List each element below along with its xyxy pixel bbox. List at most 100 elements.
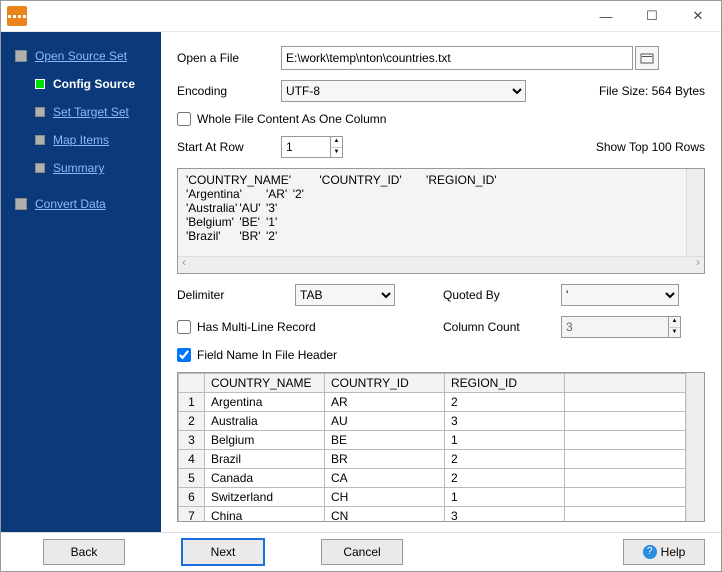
delimiter-select[interactable]: TAB — [295, 284, 395, 306]
row-number: 2 — [179, 412, 205, 431]
grid-cell[interactable]: AU — [325, 412, 445, 431]
grid-cell[interactable]: 2 — [445, 450, 565, 469]
cancel-button[interactable]: Cancel — [321, 539, 403, 565]
quoted-by-select[interactable]: ' — [561, 284, 679, 306]
encoding-select[interactable]: UTF-8 — [281, 80, 526, 102]
table-row[interactable]: 6SwitzerlandCH1 — [179, 488, 686, 507]
grid-cell[interactable]: CA — [325, 469, 445, 488]
grid-cell[interactable]: 1 — [445, 488, 565, 507]
step-dot-icon — [35, 79, 45, 89]
grid-cell[interactable]: CN — [325, 507, 445, 522]
grid-cell[interactable]: 2 — [445, 469, 565, 488]
multiline-checkbox-input[interactable] — [177, 320, 191, 334]
start-row-input[interactable] — [282, 137, 330, 157]
row-number: 1 — [179, 393, 205, 412]
sidebar-item-open-source-set[interactable]: Open Source Set — [1, 42, 161, 70]
back-button[interactable]: Back — [43, 539, 125, 565]
grid-cell[interactable]: 3 — [445, 412, 565, 431]
open-file-input[interactable] — [281, 46, 633, 70]
spinner-down-icon[interactable]: ▼ — [668, 328, 680, 338]
raw-preview-text: 'COUNTRY_NAME' 'COUNTRY_ID' 'REGION_ID' … — [178, 169, 686, 256]
column-count-input — [562, 317, 668, 337]
quoted-by-label: Quoted By — [443, 288, 547, 302]
table-row[interactable]: 7ChinaCN3 — [179, 507, 686, 522]
grid-header[interactable]: COUNTRY_NAME — [205, 374, 325, 393]
grid-cell[interactable]: CH — [325, 488, 445, 507]
table-row[interactable]: 4BrazilBR2 — [179, 450, 686, 469]
start-row-label: Start At Row — [177, 140, 281, 154]
browse-file-button[interactable] — [635, 46, 659, 70]
grid-cell[interactable]: Canada — [205, 469, 325, 488]
sidebar-item-map-items[interactable]: Map Items — [1, 126, 161, 154]
multiline-checkbox[interactable]: Has Multi-Line Record — [177, 320, 395, 334]
grid-header[interactable]: COUNTRY_ID — [325, 374, 445, 393]
button-bar: Back Next Cancel ? Help — [1, 532, 721, 571]
wizard-sidebar: Open Source Set Config Source Set Target S… — [1, 32, 161, 532]
whole-file-checkbox-label: Whole File Content As One Column — [197, 112, 386, 126]
step-dot-icon — [15, 198, 27, 210]
grid-header[interactable]: REGION_ID — [445, 374, 565, 393]
multiline-checkbox-label: Has Multi-Line Record — [197, 320, 316, 334]
grid-cell[interactable]: 2 — [445, 393, 565, 412]
sidebar-item-set-target-set[interactable]: Set Target Set — [1, 98, 161, 126]
close-button[interactable]: ✕ — [675, 1, 721, 31]
header-checkbox-label: Field Name In File Header — [197, 348, 337, 362]
sidebar-item-convert-data[interactable]: Convert Data — [1, 190, 161, 218]
table-row[interactable]: 5CanadaCA2 — [179, 469, 686, 488]
raw-preview: 'COUNTRY_NAME' 'COUNTRY_ID' 'REGION_ID' … — [177, 168, 705, 274]
row-number: 4 — [179, 450, 205, 469]
grid-cell[interactable]: Switzerland — [205, 488, 325, 507]
whole-file-checkbox[interactable]: Whole File Content As One Column — [177, 112, 386, 126]
preview-hscrollbar[interactable] — [178, 256, 704, 273]
grid-cell[interactable]: Australia — [205, 412, 325, 431]
grid-cell[interactable]: 1 — [445, 431, 565, 450]
grid-cell[interactable]: 3 — [445, 507, 565, 522]
grid-cell[interactable]: BR — [325, 450, 445, 469]
grid-cell[interactable]: Argentina — [205, 393, 325, 412]
table-row[interactable]: 3BelgiumBE1 — [179, 431, 686, 450]
header-checkbox-input[interactable] — [177, 348, 191, 362]
titlebar: — ☐ ✕ — [1, 1, 721, 32]
table-row[interactable]: 2AustraliaAU3 — [179, 412, 686, 431]
sidebar-item-summary[interactable]: Summary — [1, 154, 161, 182]
delimiter-label: Delimiter — [177, 288, 281, 302]
spinner-down-icon[interactable]: ▼ — [330, 148, 342, 158]
help-icon: ? — [643, 545, 657, 559]
next-button[interactable]: Next — [181, 538, 265, 566]
step-dot-icon — [35, 107, 45, 117]
whole-file-checkbox-input[interactable] — [177, 112, 191, 126]
wizard-main: Open a File Encoding UTF-8 File Size: 56… — [161, 32, 721, 532]
sidebar-item-config-source[interactable]: Config Source — [1, 70, 161, 98]
table-row[interactable]: 1ArgentinaAR2 — [179, 393, 686, 412]
row-number: 6 — [179, 488, 205, 507]
preview-vscrollbar[interactable] — [686, 169, 704, 256]
grid-vscrollbar[interactable] — [686, 373, 704, 521]
app-icon — [7, 6, 27, 26]
spinner-up-icon[interactable]: ▲ — [668, 317, 680, 328]
row-number: 3 — [179, 431, 205, 450]
data-grid[interactable]: COUNTRY_NAMECOUNTRY_IDREGION_ID1Argentin… — [177, 372, 705, 522]
grid-cell[interactable]: BE — [325, 431, 445, 450]
help-button-label: Help — [661, 545, 686, 559]
open-file-label: Open a File — [177, 51, 281, 65]
minimize-button[interactable]: — — [583, 1, 629, 31]
sidebar-item-label: Open Source Set — [35, 49, 127, 63]
header-checkbox[interactable]: Field Name In File Header — [177, 348, 337, 362]
sidebar-item-label: Map Items — [53, 133, 109, 147]
grid-cell[interactable]: AR — [325, 393, 445, 412]
row-number: 7 — [179, 507, 205, 522]
sidebar-item-label: Set Target Set — [53, 105, 129, 119]
start-row-spinner[interactable]: ▲▼ — [281, 136, 343, 158]
sidebar-item-label: Config Source — [53, 77, 135, 91]
spinner-up-icon[interactable]: ▲ — [330, 137, 342, 148]
maximize-button[interactable]: ☐ — [629, 1, 675, 31]
file-size-label: File Size: 564 Bytes — [599, 84, 705, 98]
grid-cell[interactable]: Belgium — [205, 431, 325, 450]
grid-cell[interactable]: China — [205, 507, 325, 522]
show-top-label: Show Top 100 Rows — [596, 140, 705, 154]
folder-icon — [640, 52, 654, 64]
step-dot-icon — [35, 163, 45, 173]
grid-cell[interactable]: Brazil — [205, 450, 325, 469]
help-button[interactable]: ? Help — [623, 539, 705, 565]
column-count-spinner[interactable]: ▲▼ — [561, 316, 681, 338]
